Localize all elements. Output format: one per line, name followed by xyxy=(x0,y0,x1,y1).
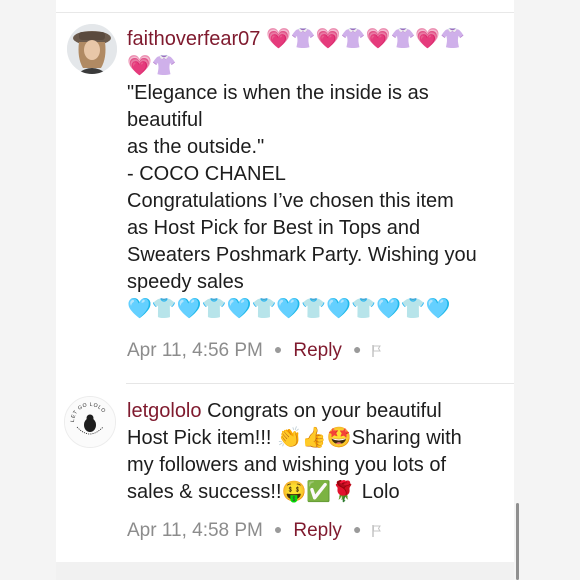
comment-text-line: as the outside." xyxy=(127,136,265,158)
separator-dot: ● xyxy=(352,341,362,357)
comment-text-line: my followers and wishing you lots of xyxy=(127,454,447,476)
comment-header: faithoverfear07 💗👚💗👚💗👚💗👚 xyxy=(127,26,517,53)
comment-text-line: speedy sales xyxy=(127,271,244,293)
comment-text-line: sales & success!!🤑✅🌹 Lolo xyxy=(127,481,400,503)
scrollbar[interactable] xyxy=(516,503,519,580)
username-link[interactable]: letgololo xyxy=(127,400,202,422)
reply-button[interactable]: Reply xyxy=(293,520,342,541)
comment-faithoverfear07: faithoverfear07 💗👚💗👚💗👚💗👚 💗👚 "Elegance is… xyxy=(127,26,517,323)
separator-dot: ● xyxy=(273,521,283,537)
emoji-line: 💗👚💗👚💗👚💗👚 xyxy=(265,28,466,50)
comment-text-line: Host Pick item!!! 👏👍🤩Sharing with xyxy=(127,427,462,449)
username-link[interactable]: faithoverfear07 xyxy=(127,28,260,50)
flag-icon[interactable] xyxy=(372,341,382,357)
comment-text-line: as Host Pick for Best in Tops and xyxy=(127,217,421,239)
comment-text-line: Congrats on your beautiful xyxy=(207,400,442,422)
comment-text-line: beautiful xyxy=(127,109,203,131)
comment-meta: Apr 11, 4:56 PM ● Reply ● xyxy=(127,340,382,362)
comment-text-line: Congratulations I’ve chosen this item xyxy=(127,190,454,212)
let-go-lolo-logo-icon: LET GO LOLO xyxy=(65,397,115,447)
reply-button[interactable]: Reply xyxy=(293,340,342,361)
comment-divider xyxy=(126,383,514,384)
separator-dot: ● xyxy=(352,521,362,537)
top-divider xyxy=(56,12,514,13)
profile-photo-icon xyxy=(67,24,117,74)
comment-text-line: "Elegance is when the inside is as xyxy=(127,82,429,104)
separator-dot: ● xyxy=(273,341,283,357)
timestamp: Apr 11, 4:56 PM xyxy=(127,340,263,361)
comment-meta: Apr 11, 4:58 PM ● Reply ● xyxy=(127,520,382,542)
bottom-bar xyxy=(56,562,514,580)
comment-text-line: Sweaters Poshmark Party. Wishing you xyxy=(127,244,477,266)
flag-icon[interactable] xyxy=(372,521,382,537)
avatar-letgololo[interactable]: LET GO LOLO xyxy=(64,396,116,448)
comment-text-line: 💗👚 xyxy=(127,55,177,77)
comment-header: letgololo Congrats on your beautiful xyxy=(127,398,517,425)
comment-letgololo: letgololo Congrats on your beautiful Hos… xyxy=(127,398,517,506)
comment-text-line: - COCO CHANEL xyxy=(127,163,286,185)
emoji-line: 🩵👕🩵👕🩵👕🩵👕🩵👕🩵👕🩵 xyxy=(127,298,451,320)
timestamp: Apr 11, 4:58 PM xyxy=(127,520,263,541)
avatar-faithoverfear07[interactable] xyxy=(67,24,117,74)
